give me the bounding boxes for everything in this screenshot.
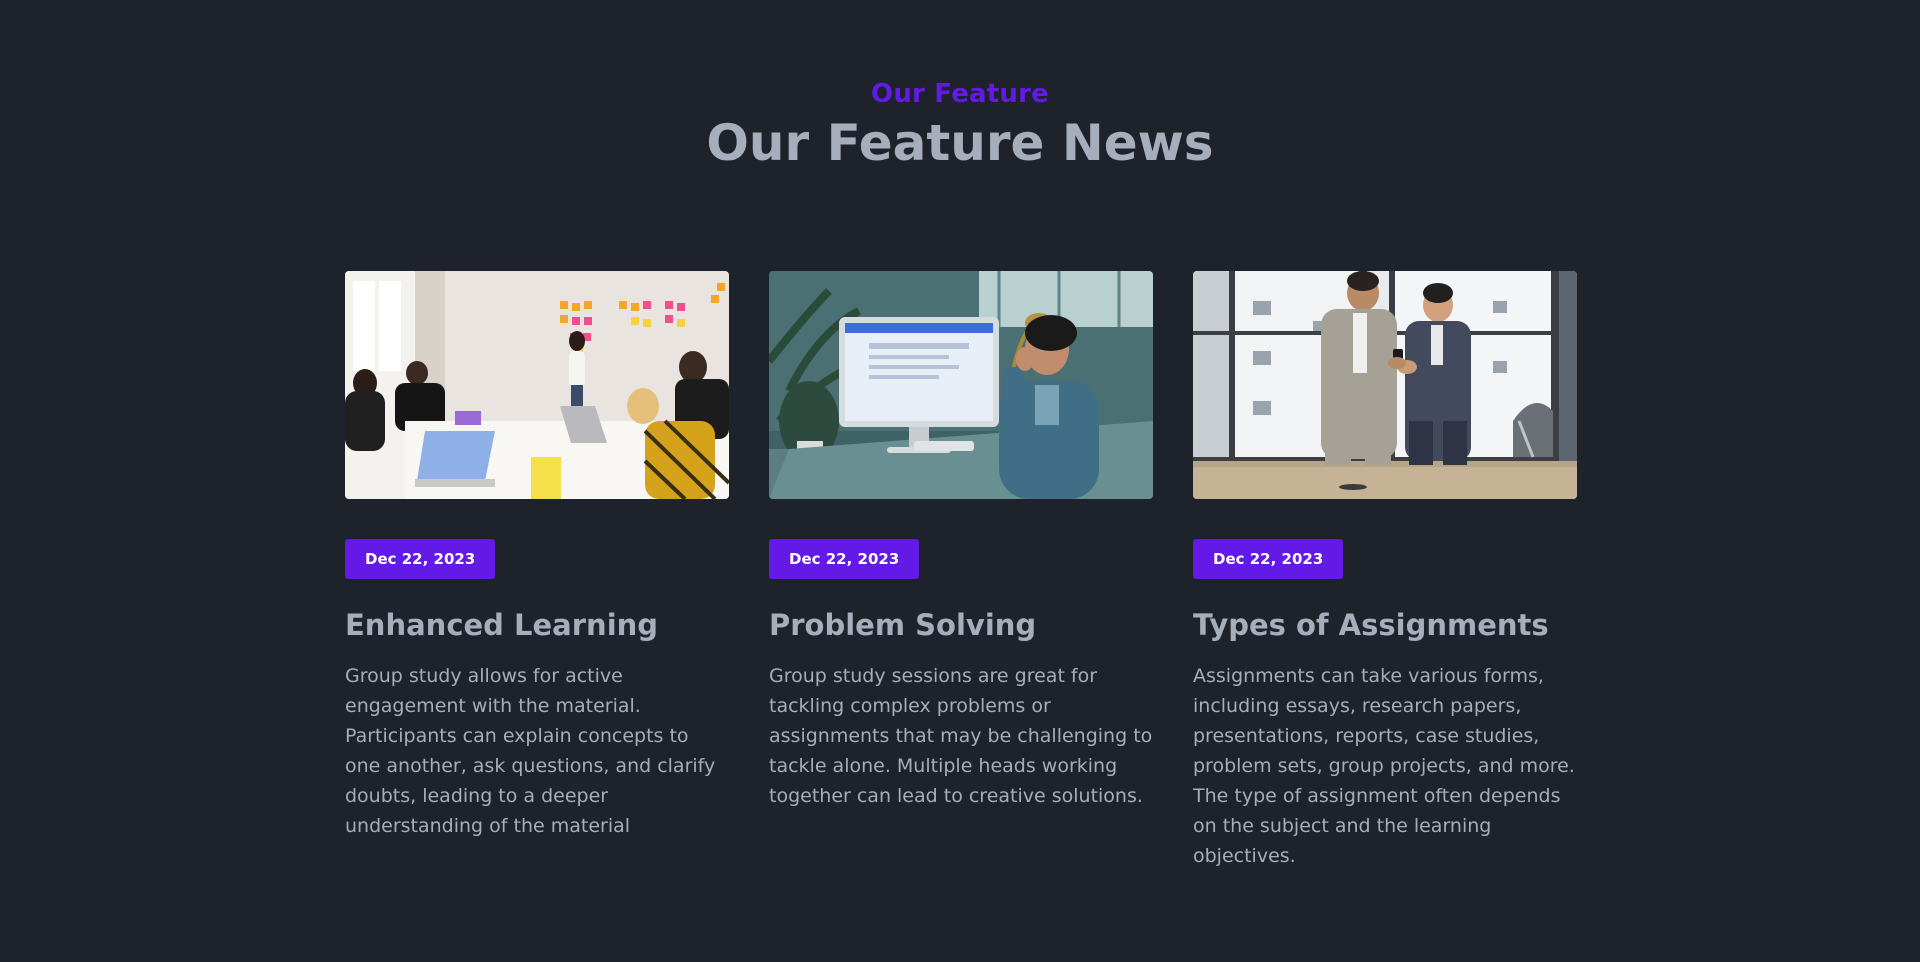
news-card-image[interactable] — [345, 271, 729, 499]
date-badge[interactable]: Dec 22, 2023 — [769, 539, 920, 579]
news-card: Dec 22, 2023 Enhanced Learning Group stu… — [345, 271, 729, 871]
section-eyebrow: Our Feature — [871, 79, 1049, 109]
businessmen-image — [1193, 271, 1577, 499]
news-card-image[interactable] — [769, 271, 1153, 499]
card-title[interactable]: Problem Solving — [769, 605, 1153, 645]
section-header: Our Feature Our Feature News — [0, 76, 1920, 174]
news-card-list: Dec 22, 2023 Enhanced Learning Group stu… — [345, 271, 1577, 871]
man-at-desk-image — [769, 271, 1153, 499]
card-description: Assignments can take various forms, incl… — [1193, 665, 1575, 867]
card-title[interactable]: Enhanced Learning — [345, 605, 729, 645]
news-card: Dec 22, 2023 Problem Solving Group study… — [769, 271, 1153, 871]
card-title[interactable]: Types of Assignments — [1193, 605, 1577, 645]
date-badge[interactable]: Dec 22, 2023 — [345, 539, 496, 579]
date-badge[interactable]: Dec 22, 2023 — [1193, 539, 1344, 579]
section-title: Our Feature News — [706, 114, 1214, 172]
news-card-image[interactable] — [1193, 271, 1577, 499]
card-description: Group study sessions are great for tackl… — [769, 665, 1153, 807]
team-meeting-image — [345, 271, 729, 499]
card-description: Group study allows for active engagement… — [345, 665, 716, 837]
news-card: Dec 22, 2023 Types of Assignments Assign… — [1193, 271, 1577, 871]
